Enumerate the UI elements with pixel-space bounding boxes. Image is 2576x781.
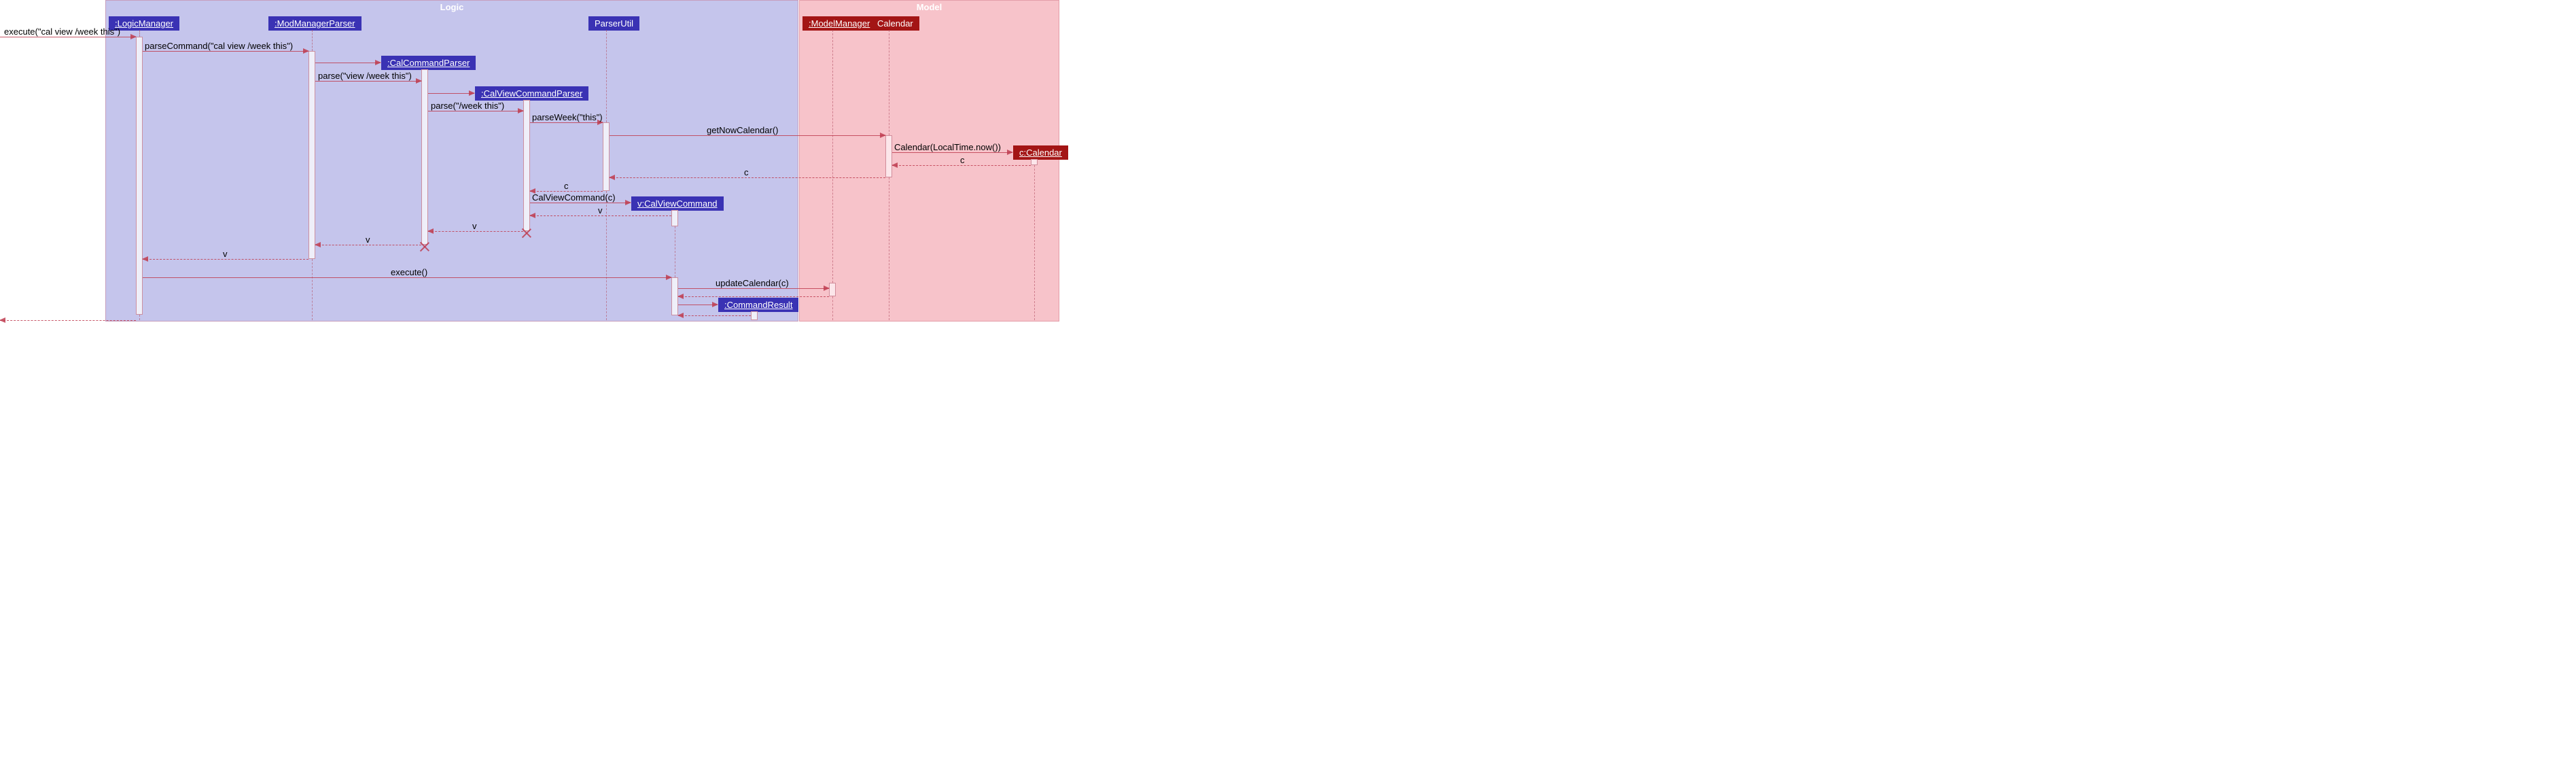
activation-cal-command-parser (421, 69, 428, 245)
lifeline-logic-manager-tail (139, 315, 140, 320)
ret-c-to-cvcp (530, 191, 603, 192)
participant-calendar-instance: c:Calendar (1013, 145, 1068, 160)
msg-calendar-ctor (892, 152, 1012, 153)
ret-final (0, 320, 136, 321)
frame-model-title: Model (917, 2, 942, 12)
destroy-calcommandparser (420, 242, 429, 251)
lbl-ret-c3: c (564, 181, 569, 191)
activation-command-result (751, 311, 758, 320)
lbl-parseweek: parseWeek("this") (532, 112, 603, 122)
lifeline-parser-util-tail (606, 191, 607, 320)
activation-logic-manager (136, 37, 143, 315)
msg-updatecalendar (678, 288, 829, 289)
msg-create-calviewcommandparser (428, 93, 474, 94)
lbl-execute2: execute() (391, 267, 427, 277)
msg-execute2 (143, 277, 671, 278)
lbl-ret-v1: v (598, 205, 603, 215)
participant-cal-view-command-parser: :CalViewCommandParser (475, 86, 588, 101)
lbl-parse1: parse("view /week this") (318, 71, 412, 81)
lbl-updatecalendar: updateCalendar(c) (716, 278, 789, 288)
msg-parsecommand (143, 51, 308, 52)
activation-cal-view-command-parser (523, 100, 530, 231)
activation-cal-view-command-create (671, 210, 678, 226)
ret-updatecalendar (678, 296, 829, 297)
participant-parser-util: ParserUtil (588, 16, 639, 31)
ret-c-to-parserutil (610, 177, 885, 178)
sequence-diagram: Logic Model :LogicManager :ModManagerPar… (0, 0, 1060, 323)
lbl-ret-c1: c (960, 155, 965, 165)
lbl-parse2: parse("/week this") (431, 101, 504, 111)
lifeline-model-manager-tail (832, 296, 833, 320)
lbl-calendar-ctor: Calendar(LocalTime.now()) (894, 142, 1001, 152)
activation-calendar-instance (1031, 159, 1038, 165)
lbl-ret-v2: v (472, 221, 477, 231)
activation-parser-util (603, 122, 610, 191)
lifeline-mod-manager-parser (312, 30, 313, 51)
lifeline-logic-manager (139, 30, 140, 37)
participant-model-manager: :ModelManager (802, 16, 876, 31)
lbl-ret-v3: v (366, 235, 370, 245)
ret-v-to-lm (143, 259, 308, 260)
lbl-parsecommand: parseCommand("cal view /week this") (145, 41, 293, 51)
lifeline-mod-manager-parser-tail (312, 259, 313, 320)
lbl-ret-v4: v (223, 249, 228, 259)
ret-c-to-calendar (892, 165, 1031, 166)
lbl-ret-c2: c (744, 167, 749, 177)
participant-cal-command-parser: :CalCommandParser (381, 56, 476, 70)
activation-calendar-class (885, 135, 892, 177)
destroy-calviewcommandparser (522, 228, 531, 238)
activation-mod-manager-parser (308, 51, 315, 259)
frame-logic-title: Logic (440, 2, 464, 12)
msg-parseweek (530, 122, 603, 123)
participant-calendar-class: Calendar (871, 16, 919, 31)
ret-v-to-cvcp (530, 215, 671, 216)
frame-model: Model (799, 0, 1059, 322)
msg-parse1 (315, 81, 421, 82)
lifeline-parser-util (606, 30, 607, 122)
ret-v-to-ccp (428, 231, 523, 232)
lbl-calviewcommand-ctor: CalViewCommand(c) (532, 192, 616, 203)
lifeline-calendar-instance (1034, 165, 1035, 320)
ret-commandresult (678, 315, 751, 316)
lbl-execute: execute("cal view /week this") (4, 27, 120, 37)
participant-command-result: :CommandResult (718, 298, 798, 312)
participant-mod-manager-parser: :ModManagerParser (268, 16, 361, 31)
lifeline-model-manager (832, 30, 833, 283)
participant-cal-view-command: v:CalViewCommand (631, 196, 724, 211)
lbl-getnowcalendar: getNowCalendar() (707, 125, 779, 135)
activation-model-manager (829, 283, 836, 296)
msg-getnowcalendar (610, 135, 885, 136)
